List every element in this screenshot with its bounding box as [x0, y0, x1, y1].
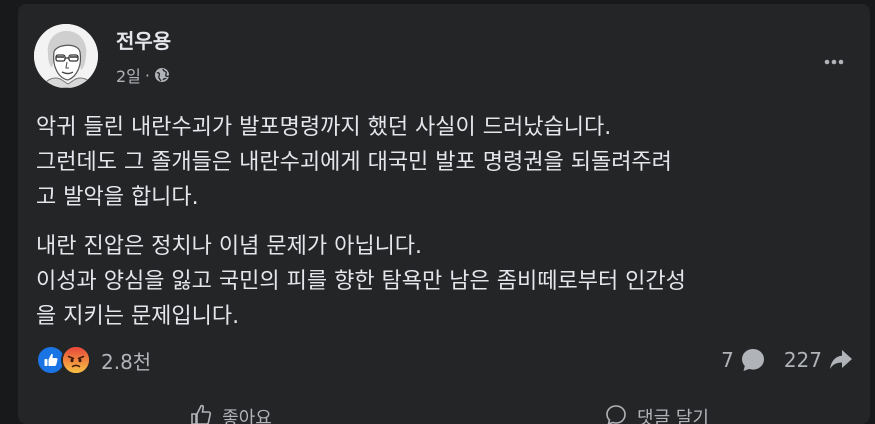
post-paragraph: 내란 진압은 정치나 이념 문제가 아닙니다. 이성과 양심을 잃고 국민의 피… — [36, 229, 856, 334]
post-actions-bar: 좋아요 댓글 달기 — [18, 392, 870, 424]
meta-separator: · — [144, 65, 150, 85]
reaction-count: 2.8천 — [101, 349, 152, 374]
post-line: 이성과 양심을 잃고 국민의 피를 향한 탐욕만 남은 좀비떼로부터 인간성 — [36, 269, 686, 294]
share-count-button[interactable]: 227 — [784, 347, 854, 373]
post-paragraph: 악귀 들린 내란수괴가 발포명령까지 했던 사실이 드러났습니다. 그런데도 그… — [36, 110, 856, 215]
globe-icon[interactable] — [154, 67, 170, 83]
post-card: 전우용 2일 · 악귀 들린 내란수괴가 발포명령까지 했던 사실이 드러났습니… — [18, 4, 870, 424]
engagement-stats: 7 227 — [721, 342, 854, 378]
reactions-summary[interactable]: 2.8천 — [36, 342, 151, 378]
share-count: 227 — [783, 348, 822, 372]
post-line: 을 지키는 문제입니다. — [36, 304, 240, 329]
avatar-portrait-image — [34, 24, 98, 88]
author-name[interactable]: 전우용 — [116, 28, 171, 54]
thumbs-up-icon — [191, 404, 212, 424]
post-body: 악귀 들린 내란수괴가 발포명령까지 했던 사실이 드러났습니다. 그런데도 그… — [36, 110, 856, 334]
comment-outline-icon — [606, 405, 626, 424]
comment-icon — [741, 349, 764, 371]
more-dots-icon — [824, 59, 844, 65]
like-button-label: 좋아요 — [222, 408, 272, 424]
angry-icon — [61, 345, 91, 375]
more-options-button[interactable] — [816, 44, 852, 80]
share-icon — [830, 350, 852, 369]
post-line: 악귀 들린 내란수괴가 발포명령까지 했던 사실이 드러났습니다. — [36, 115, 612, 140]
post-line: 고 발악을 합니다. — [36, 185, 199, 210]
post-time[interactable]: 2일 — [116, 63, 141, 87]
post-meta: 2일 · — [116, 64, 170, 86]
comment-count-button[interactable]: 7 — [721, 347, 766, 373]
post-line: 내란 진압은 정치나 이념 문제가 아닙니다. — [36, 234, 423, 259]
post-line: 그런데도 그 졸개들은 내란수괴에게 대국민 발포 명령권을 되돌려주려 — [36, 150, 672, 175]
comment-button-label: 댓글 달기 — [637, 408, 709, 424]
comment-count: 7 — [721, 348, 734, 372]
like-button[interactable]: 좋아요 — [18, 392, 444, 424]
comment-button[interactable]: 댓글 달기 — [444, 392, 870, 424]
author-avatar[interactable] — [34, 24, 98, 88]
